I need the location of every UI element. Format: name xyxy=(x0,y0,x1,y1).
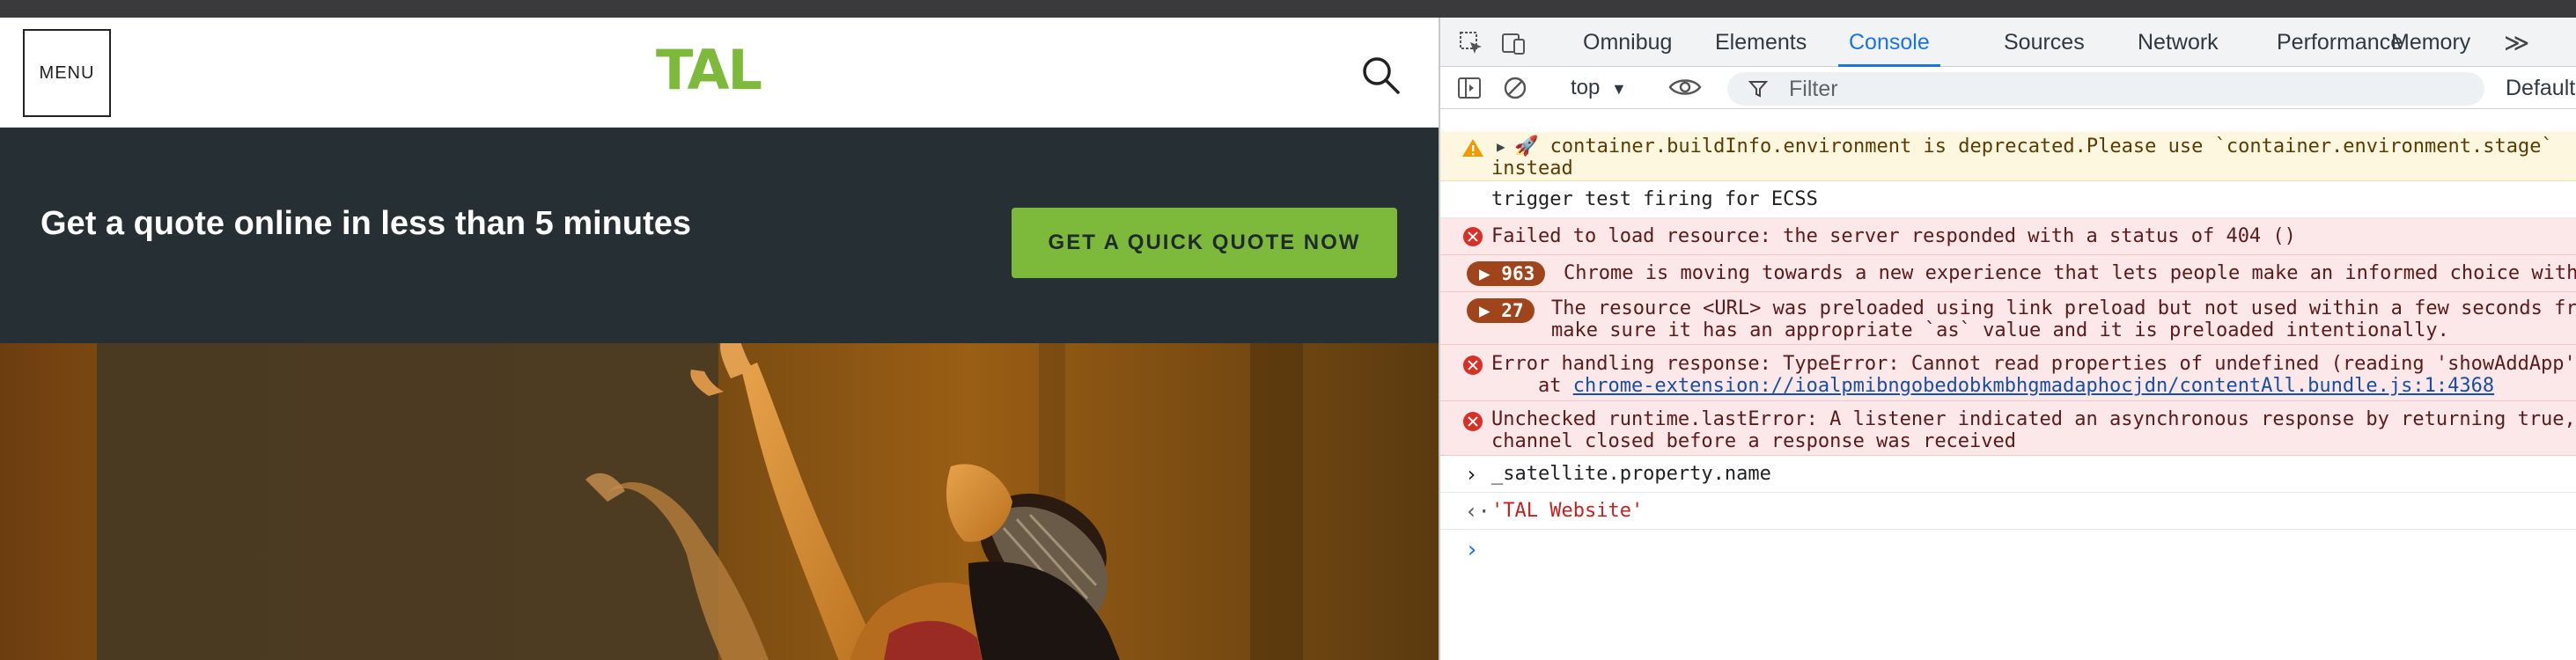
result-arrow-icon: ‹· xyxy=(1465,499,1490,524)
error-text-line1: Unchecked runtime.lastError: A listener … xyxy=(1491,408,2576,430)
prompt-caret-icon: › xyxy=(1465,537,1479,563)
result-value: 'TAL Website' xyxy=(1491,500,1644,522)
dancer-illustration xyxy=(585,343,1303,660)
quick-quote-button[interactable]: GET A QUICK QUOTE NOW xyxy=(1012,208,1397,278)
inspect-element-icon[interactable] xyxy=(1458,30,1484,56)
log-levels-dropdown[interactable]: Default xyxy=(2506,72,2575,104)
console-toolbar: top ▼ Filter Default xyxy=(1440,67,2576,109)
quote-banner: Get a quote online in less than 5 minute… xyxy=(0,128,1439,343)
website-viewport: MENU TAL Get a quote online in less than… xyxy=(0,18,1439,660)
console-log[interactable]: trigger test firing for ECSS xyxy=(1440,181,2576,218)
grouped-text-line2: make sure it has an appropriate `as` val… xyxy=(1551,319,2449,341)
warning-text-line2: instead xyxy=(1491,158,1573,180)
tab-network[interactable]: Network xyxy=(2138,18,2219,67)
console-error[interactable]: Error handling response: TypeError: Cann… xyxy=(1440,345,2576,401)
tal-logo[interactable]: TAL xyxy=(656,41,762,99)
console-result[interactable]: ‹· 'TAL Website' xyxy=(1440,493,2576,530)
repeat-count-badge[interactable]: ▶ 963 xyxy=(1467,261,1546,286)
filter-placeholder: Filter xyxy=(1789,77,1838,101)
log-text: trigger test firing for ECSS xyxy=(1491,188,1818,210)
console-grouped-message[interactable]: ▶ 963 Chrome is moving towards a new exp… xyxy=(1440,255,2576,292)
devtools-tab-bar: Omnibug Elements Console Sources Network… xyxy=(1440,18,2576,67)
filter-icon xyxy=(1748,81,1768,98)
command-text: _satellite.property.name xyxy=(1491,463,1771,485)
console-command[interactable]: › _satellite.property.name xyxy=(1440,456,2576,493)
console-prompt[interactable]: › xyxy=(1440,530,2576,572)
console-output: ▶ 🚀 container.buildInfo.environment is d… xyxy=(1440,109,2576,660)
tab-console[interactable]: Console xyxy=(1838,18,1940,67)
chevron-down-icon: ▼ xyxy=(1611,80,1627,98)
expand-arrow-icon[interactable]: ▶ xyxy=(1497,135,1505,158)
tab-omnibug[interactable]: Omnibug xyxy=(1583,18,1672,67)
sidebar-toggle-icon[interactable] xyxy=(1456,75,1483,101)
console-grouped-message[interactable]: ▶ 27 The resource <URL> was preloaded us… xyxy=(1440,292,2576,345)
console-error[interactable]: Unchecked runtime.lastError: A listener … xyxy=(1440,401,2576,456)
tab-sources[interactable]: Sources xyxy=(2004,18,2085,67)
grouped-text: Chrome is moving towards a new experienc… xyxy=(1564,262,2576,284)
context-selector[interactable]: top ▼ xyxy=(1571,72,1627,104)
clear-console-icon[interactable] xyxy=(1502,75,1528,101)
error-icon xyxy=(1463,227,1483,246)
error-stack-line: at chrome-extension://ioalpmibngobedobkm… xyxy=(1491,375,2495,397)
hero-image xyxy=(0,343,1439,660)
tab-elements[interactable]: Elements xyxy=(1715,18,1807,67)
site-header: MENU TAL xyxy=(0,18,1439,128)
filter-input[interactable]: Filter xyxy=(1727,72,2484,106)
error-icon xyxy=(1463,412,1483,431)
repeat-count-badge[interactable]: ▶ 27 xyxy=(1467,298,1535,323)
error-text-line1: Error handling response: TypeError: Cann… xyxy=(1491,353,2576,375)
warning-text-line1: 🚀 container.buildInfo.environment is dep… xyxy=(1514,136,2553,158)
device-toolbar-icon[interactable] xyxy=(1500,30,1527,56)
tab-memory[interactable]: Memory xyxy=(2391,18,2470,67)
command-arrow-icon: › xyxy=(1465,462,1478,487)
tab-performance[interactable]: Performance xyxy=(2277,18,2403,67)
error-icon xyxy=(1463,356,1483,375)
menu-button[interactable]: MENU xyxy=(23,29,111,117)
error-text: Failed to load resource: the server resp… xyxy=(1491,225,2296,247)
devtools-panel: Omnibug Elements Console Sources Network… xyxy=(1439,18,2576,660)
grouped-text-line1: The resource <URL> was preloaded using l… xyxy=(1551,297,2576,319)
context-value: top xyxy=(1571,76,1601,99)
more-tabs-icon[interactable]: ≫ xyxy=(2504,28,2529,57)
browser-top-strip xyxy=(0,0,2576,18)
search-icon[interactable] xyxy=(1360,55,1401,95)
stack-trace-link[interactable]: chrome-extension://ioalpmibngobedobkmbhg… xyxy=(1573,375,2494,397)
console-warning[interactable]: ▶ 🚀 container.buildInfo.environment is d… xyxy=(1440,132,2576,181)
error-text-line2: channel closed before a response was rec… xyxy=(1491,430,2017,452)
console-error[interactable]: Failed to load resource: the server resp… xyxy=(1440,218,2576,255)
live-expression-eye-icon[interactable] xyxy=(1667,74,1703,100)
warning-icon xyxy=(1462,139,1483,157)
banner-title: Get a quote online in less than 5 minute… xyxy=(40,205,692,242)
